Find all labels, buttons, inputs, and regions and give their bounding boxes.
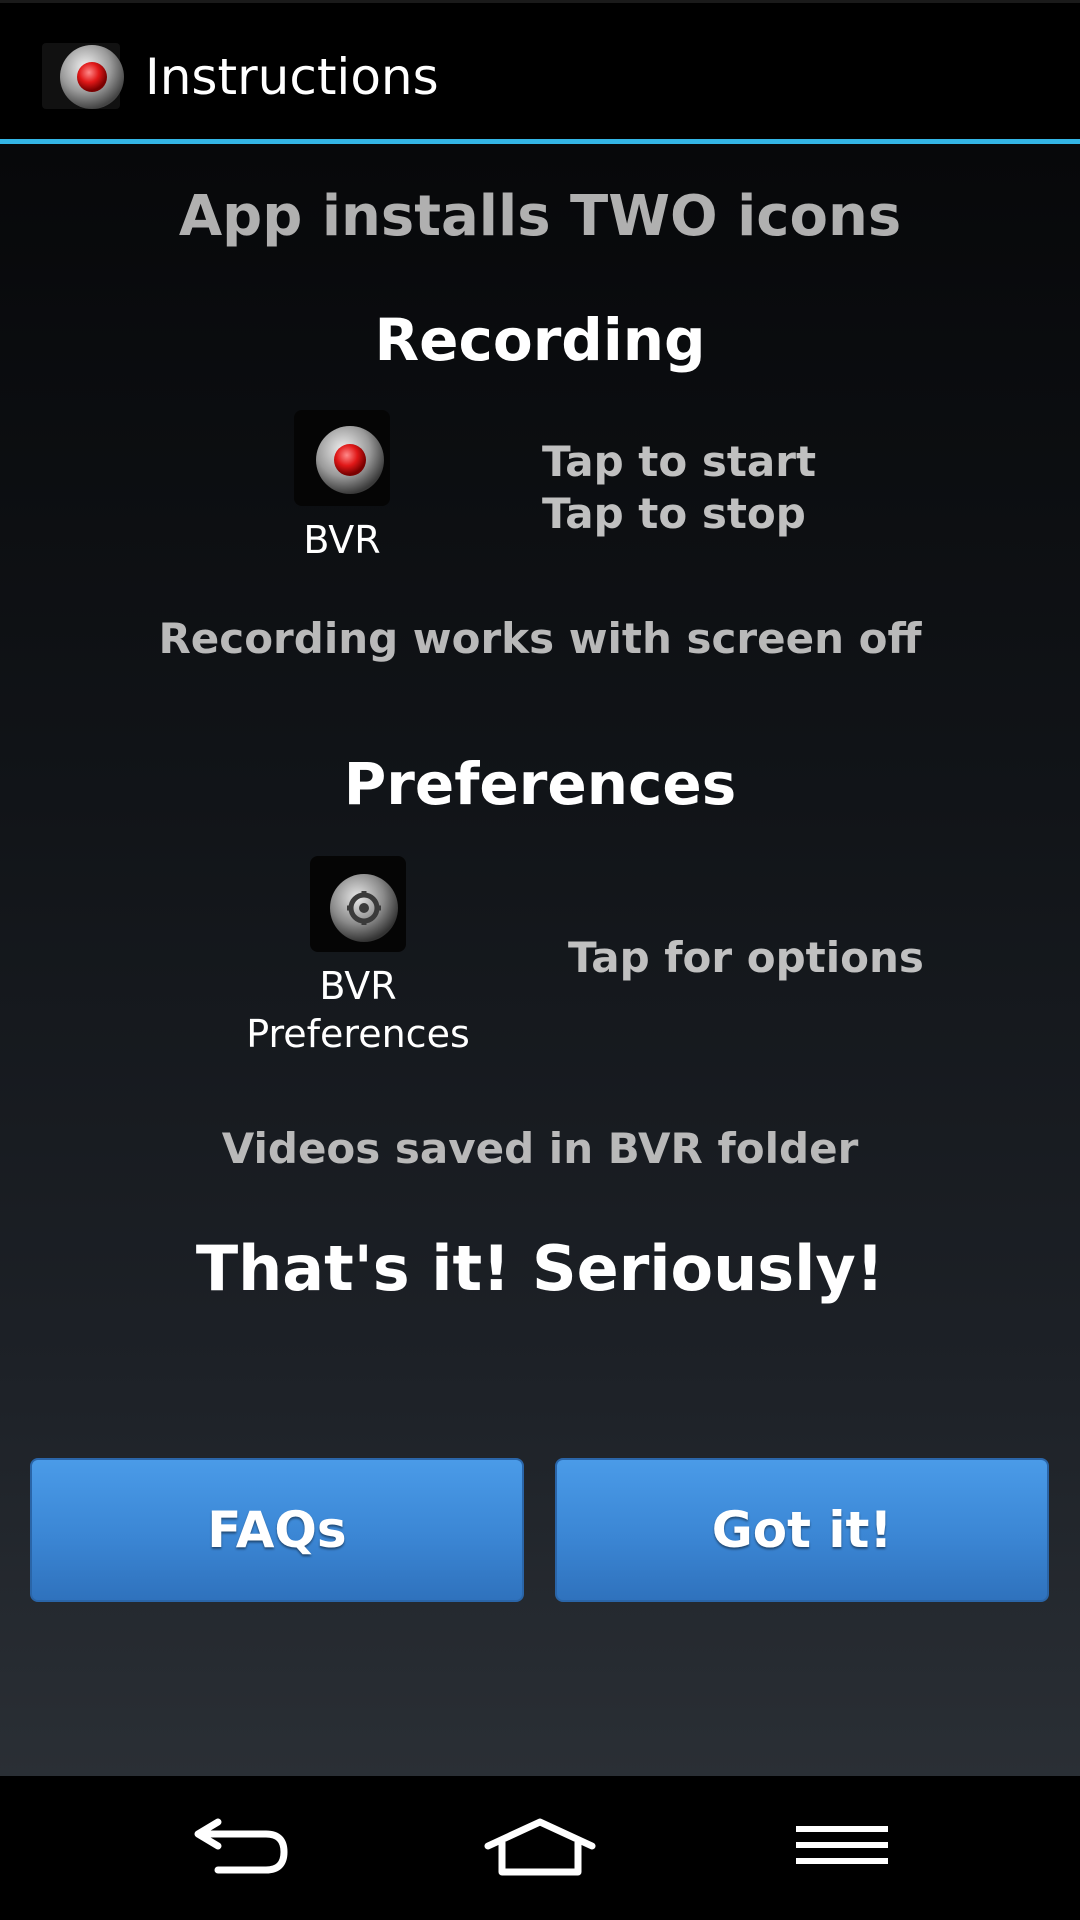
screen-title: Instructions [145, 48, 439, 106]
preferences-note: Videos saved in BVR folder [221, 1124, 859, 1173]
final-message: That's it! Seriously! [195, 1232, 885, 1305]
record-button-icon [40, 39, 126, 113]
bvr-preferences-launcher-example: BVR Preferences [218, 856, 498, 1058]
back-icon[interactable] [184, 1812, 294, 1888]
menu-icon[interactable] [794, 1812, 890, 1888]
launcher-label-line1: BVR [319, 964, 397, 1008]
headline: App installs TWO icons [178, 184, 902, 249]
launcher-label-line2: Preferences [246, 1012, 470, 1056]
preferences-section-title: Preferences [343, 750, 737, 818]
tap-to-start-text: Tap to start [542, 437, 817, 486]
action-bar: Instructions [0, 0, 1080, 139]
bvr-launcher-example: BVR [262, 410, 422, 564]
recording-section-title: Recording [374, 306, 706, 374]
system-navigation-bar [0, 1776, 1080, 1920]
home-icon[interactable] [482, 1812, 598, 1888]
bvr-preferences-launcher-label: BVR Preferences [218, 962, 498, 1058]
got-it-button[interactable]: Got it! [555, 1458, 1049, 1602]
record-button-icon [294, 410, 390, 506]
tap-to-stop-text: Tap to stop [542, 489, 806, 538]
faqs-button[interactable]: FAQs [30, 1458, 524, 1602]
recording-hint: Tap to start Tap to stop [542, 436, 816, 540]
preferences-hint: Tap for options [568, 933, 924, 982]
instructions-screen: Instructions App installs TWO icons Reco… [0, 0, 1080, 1920]
preferences-gear-icon [310, 856, 406, 952]
recording-note: Recording works with screen off [158, 614, 922, 663]
bvr-launcher-label: BVR [303, 518, 381, 562]
